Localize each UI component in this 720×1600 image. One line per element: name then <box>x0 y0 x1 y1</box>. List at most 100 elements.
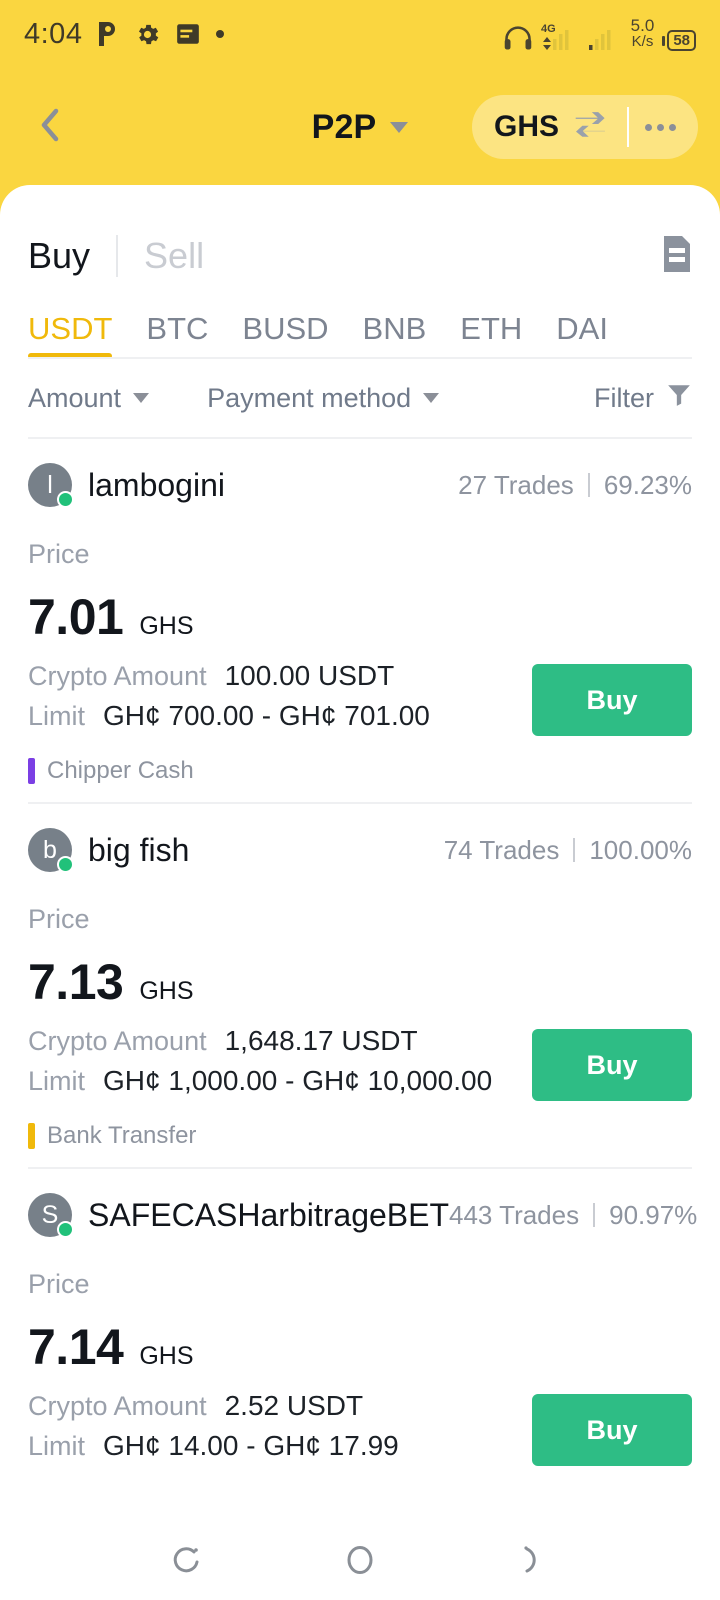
mode-tab-divider <box>116 235 119 277</box>
back-button[interactable] <box>22 99 78 155</box>
coin-tab-btc[interactable]: BTC <box>146 311 208 359</box>
crypto-amount-value: 2.52 USDT <box>224 1390 364 1421</box>
offer-card[interactable]: b big fish 74 Trades 100.00% Price 7.13 … <box>0 804 720 1167</box>
offer-body: Crypto Amount 2.52 USDT Limit GH¢ 14.00 … <box>28 1390 692 1470</box>
filter-amount-label: Amount <box>28 382 122 413</box>
filter-button[interactable]: Filter <box>594 382 692 415</box>
avatar: l <box>28 463 74 508</box>
crypto-amount-line: Crypto Amount 1,648.17 USDT <box>28 1025 532 1057</box>
avatar-letter: S <box>41 1200 59 1229</box>
crypto-amount-label: Crypto Amount <box>28 1026 207 1056</box>
document-icon[interactable] <box>662 235 692 278</box>
price-line: 7.01 GHS <box>28 588 692 646</box>
merchant-name[interactable]: SAFECASHarbitrageBET <box>88 1197 449 1234</box>
limit-label: Limit <box>28 1066 86 1096</box>
signal-icon <box>588 21 623 51</box>
merchant-stats: 27 Trades 69.23% <box>458 470 692 501</box>
stat-separator <box>573 838 576 862</box>
phone-screen: 4:04 4G 5.0 K/s 58 P2P GHS Buy Sell USDT… <box>0 0 720 1600</box>
svg-text:4G: 4G <box>541 23 556 35</box>
network-speed-unit: K/s <box>631 33 654 50</box>
buy-button[interactable]: Buy <box>532 1029 692 1101</box>
offer-body: Crypto Amount 1,648.17 USDT Limit GH¢ 1,… <box>28 1025 692 1105</box>
payment-method-color-bar <box>28 1123 35 1149</box>
completion-rate: 69.23% <box>603 469 692 500</box>
page-title: P2P <box>311 107 377 146</box>
merchant-name[interactable]: big fish <box>88 832 189 869</box>
network-speed: 5.0 K/s <box>631 17 655 51</box>
tab-sell[interactable]: Sell <box>144 235 204 277</box>
offer-details: Crypto Amount 1,648.17 USDT Limit GH¢ 1,… <box>28 1025 532 1105</box>
headphones-icon <box>503 25 533 51</box>
limit-label: Limit <box>28 1431 86 1461</box>
limit-line: Limit GH¢ 14.00 - GH¢ 17.99 <box>28 1430 532 1462</box>
filter-bar: Amount Payment method Filter <box>0 359 720 437</box>
offer-header: b big fish 74 Trades 100.00% <box>28 804 692 896</box>
tab-buy[interactable]: Buy <box>28 235 90 277</box>
offer-header: l lambogini 27 Trades 69.23% <box>28 439 692 531</box>
completion-rate: 100.00% <box>589 834 692 865</box>
dot-icon <box>215 29 225 39</box>
coin-tab-usdt[interactable]: USDT <box>28 311 113 359</box>
payment-method-row: Bank Transfer <box>28 1105 692 1167</box>
payment-method-name: Chipper Cash <box>47 757 194 784</box>
pill-separator <box>627 107 629 147</box>
merchant-stats: 74 Trades 100.00% <box>444 835 692 866</box>
limit-value: GH¢ 700.00 - GH¢ 701.00 <box>103 700 430 731</box>
home-circle-icon[interactable] <box>325 1525 395 1595</box>
status-bar-right: 4G 5.0 K/s 58 <box>503 17 696 51</box>
more-options-icon[interactable] <box>645 123 676 131</box>
filter-amount[interactable]: Amount <box>28 382 150 414</box>
filter-label: Filter <box>594 382 654 413</box>
price-value: 7.14 <box>28 1319 124 1375</box>
crypto-amount-label: Crypto Amount <box>28 661 207 691</box>
network-speed-value: 5.0 <box>630 16 655 35</box>
price-value: 7.13 <box>28 954 124 1010</box>
status-bar-left: 4:04 <box>24 18 225 51</box>
trade-count: 443 Trades <box>449 1199 580 1230</box>
recents-icon[interactable] <box>152 1525 222 1595</box>
price-currency: GHS <box>139 977 194 1005</box>
coin-tab-busd[interactable]: BUSD <box>242 311 328 359</box>
crypto-amount-label: Crypto Amount <box>28 1391 207 1421</box>
filter-payment-method[interactable]: Payment method <box>207 382 440 414</box>
gear-icon <box>134 21 161 48</box>
offer-card[interactable]: l lambogini 27 Trades 69.23% Price 7.01 … <box>0 439 720 802</box>
crypto-amount-line: Crypto Amount 2.52 USDT <box>28 1390 532 1422</box>
p-app-icon <box>96 20 120 48</box>
app-header: P2P GHS <box>0 68 720 186</box>
online-status-dot <box>57 1221 74 1238</box>
limit-label: Limit <box>28 701 86 731</box>
merchant-name[interactable]: lambogini <box>88 467 225 504</box>
price-line: 7.14 GHS <box>28 1318 692 1376</box>
list-icon <box>175 21 201 47</box>
status-time: 4:04 <box>24 17 83 50</box>
swap-arrows-icon[interactable] <box>575 111 611 144</box>
system-nav-bar <box>0 1520 720 1600</box>
price-value: 7.01 <box>28 589 124 645</box>
stat-separator <box>593 1203 596 1227</box>
battery-level: 58 <box>667 30 696 51</box>
crypto-amount-line: Crypto Amount 100.00 USDT <box>28 660 532 692</box>
coin-tab-dai[interactable]: DAI <box>556 311 608 359</box>
offer-body: Crypto Amount 100.00 USDT Limit GH¢ 700.… <box>28 660 692 740</box>
filter-payment-label: Payment method <box>207 382 412 413</box>
back-icon[interactable] <box>498 1525 568 1595</box>
mode-tabs: Buy Sell <box>0 185 720 289</box>
buy-button[interactable]: Buy <box>532 664 692 736</box>
content-sheet: Buy Sell USDT BTC BUSD BNB ETH DAI Amoun… <box>0 185 720 1600</box>
status-bar: 4:04 4G 5.0 K/s 58 <box>0 0 720 68</box>
offer-header: S SAFECASHarbitrageBET 443 Trades 90.97% <box>28 1169 697 1261</box>
coin-tabs: USDT BTC BUSD BNB ETH DAI <box>0 289 720 359</box>
currency-selector[interactable]: GHS <box>471 95 698 159</box>
buy-button[interactable]: Buy <box>532 1394 692 1466</box>
chevron-down-icon[interactable] <box>390 121 409 133</box>
price-label: Price <box>28 904 90 934</box>
coin-tab-eth[interactable]: ETH <box>460 311 522 359</box>
offer-details: Crypto Amount 2.52 USDT Limit GH¢ 14.00 … <box>28 1390 532 1470</box>
online-status-dot <box>57 491 74 508</box>
coin-tab-bnb[interactable]: BNB <box>363 311 427 359</box>
limit-value: GH¢ 1,000.00 - GH¢ 10,000.00 <box>103 1065 493 1096</box>
payment-method-color-bar <box>28 758 35 784</box>
offer-card[interactable]: S SAFECASHarbitrageBET 443 Trades 90.97%… <box>0 1169 720 1470</box>
